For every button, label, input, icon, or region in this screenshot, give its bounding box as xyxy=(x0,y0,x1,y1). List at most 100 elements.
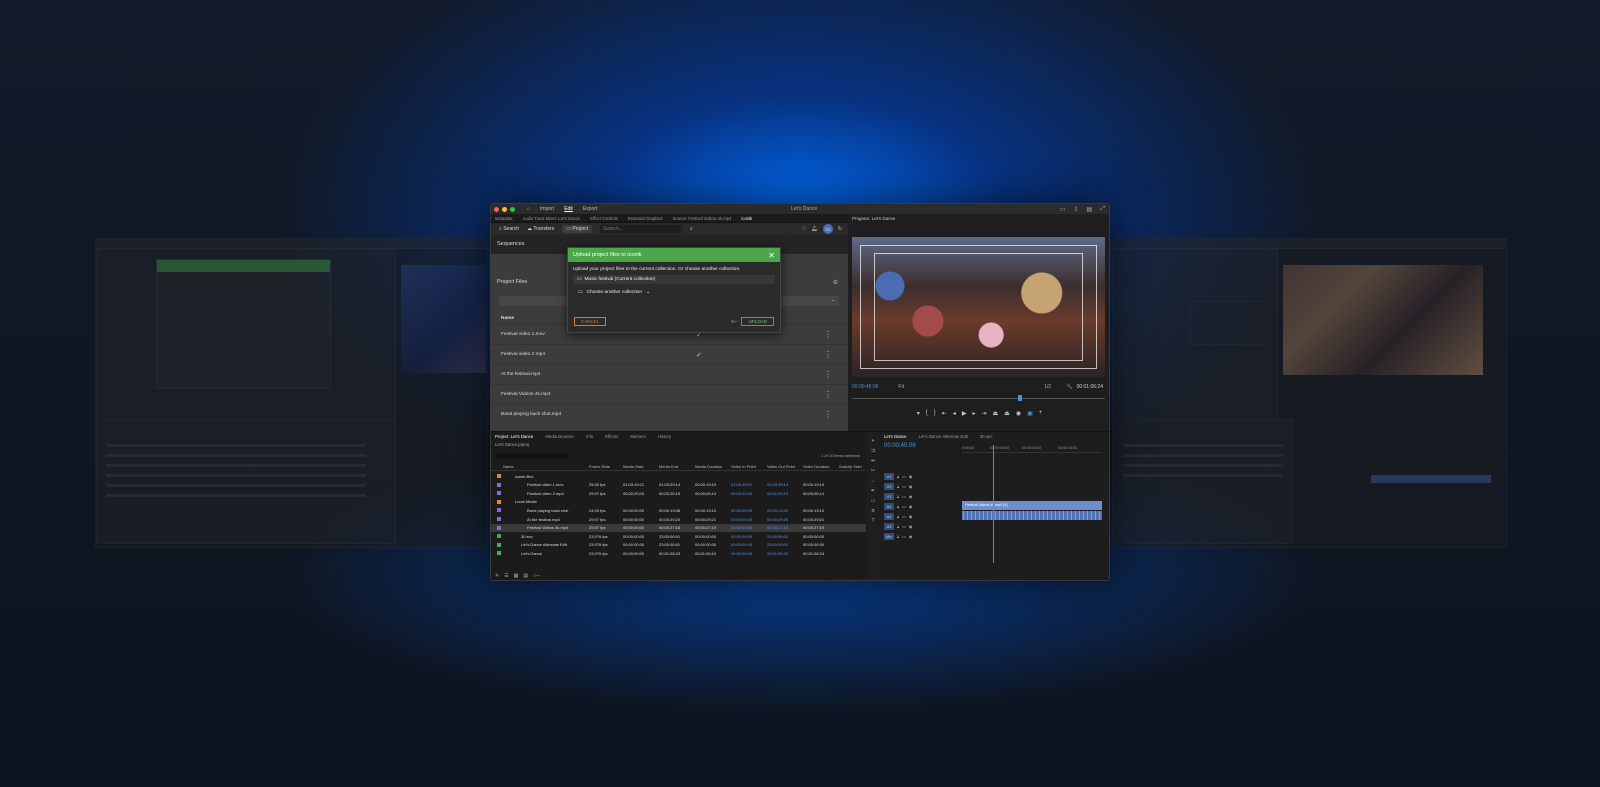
sync-icon[interactable]: ▭ xyxy=(902,524,906,529)
current-collection[interactable]: ▭ Music festival (Current collection) xyxy=(573,275,775,284)
tab-effect-controls[interactable]: Effect Controls xyxy=(590,216,617,221)
track-header[interactable]: V1 🔒︎ ▭ ◉ xyxy=(884,492,960,501)
more-options-icon[interactable]: ⋮ xyxy=(824,370,832,379)
list-view-icon[interactable]: ☰ xyxy=(504,573,508,579)
eye-icon[interactable]: ◉ xyxy=(909,474,913,479)
label-color-swatch[interactable] xyxy=(497,499,501,504)
label-color-swatch[interactable] xyxy=(497,534,501,539)
timeline-timecode[interactable]: 00:00:45:06 xyxy=(884,443,916,449)
more-options-icon[interactable]: ⋮ xyxy=(824,350,832,359)
marker-icon[interactable]: ▾ xyxy=(917,410,920,417)
go-to-out-icon[interactable]: ⇥ xyxy=(981,410,986,417)
tab-source[interactable]: Source: Festival Videos 4k.mp4 xyxy=(673,216,732,221)
go-to-in-icon[interactable]: ⇤ xyxy=(942,410,947,417)
sync-icon[interactable]: ▭ xyxy=(902,504,906,509)
menu-export[interactable]: Export xyxy=(583,206,597,212)
table-row[interactable]: Festival video 1.mov 25,00 fps 01:03:19:21… xyxy=(491,481,866,490)
column-header[interactable]: Media End xyxy=(659,464,678,469)
razor-icon[interactable]: ✂ xyxy=(871,468,875,474)
track-label[interactable]: A1 xyxy=(884,503,894,510)
out-point-icon[interactable]: } xyxy=(934,410,936,417)
lock-icon[interactable]: 🔒︎ xyxy=(897,494,899,499)
rectangle-icon[interactable]: ▭ xyxy=(871,498,876,504)
menu-import[interactable]: Import xyxy=(540,206,554,212)
close-icon[interactable]: ✕ xyxy=(768,251,775,260)
pencil-icon[interactable]: ✎ xyxy=(495,573,499,579)
track-label[interactable]: A3 xyxy=(884,523,894,530)
minimize-window-button[interactable] xyxy=(502,206,507,212)
tab-audio-mixer[interactable]: Audio Track Mixer: Let's Dance xyxy=(522,216,580,221)
eye-icon[interactable]: ◉ xyxy=(909,534,913,539)
panels-icon[interactable]: ▤ xyxy=(1087,206,1093,213)
type-icon[interactable]: T xyxy=(871,518,874,524)
track-header[interactable]: A1 🔒︎ ▭ ◉ xyxy=(884,502,960,511)
choose-collection-button[interactable]: ▭ Choose another collection ⌄ xyxy=(578,290,770,295)
eye-icon[interactable]: ◉ xyxy=(909,524,913,529)
tab-history[interactable]: History xyxy=(658,434,671,439)
tab-project[interactable]: Project: Let's Dance xyxy=(495,434,533,439)
column-header[interactable]: Video Out Point xyxy=(767,464,795,469)
cancel-button[interactable]: CANCEL xyxy=(574,317,607,326)
label-color-swatch[interactable] xyxy=(497,517,501,521)
video-clip[interactable]: Festival Videos 4k.mp4 [V] xyxy=(962,501,1102,510)
track-label[interactable]: V1 xyxy=(884,493,894,500)
column-header[interactable]: Subclip Start xyxy=(839,464,862,469)
table-row[interactable]: Band playing back shot 24,00 fps 00:00:00:… xyxy=(491,506,866,515)
sync-icon[interactable]: ▭ xyxy=(902,514,906,519)
more-options-icon[interactable]: ⋮ xyxy=(824,390,832,399)
home-icon[interactable]: ⌂ xyxy=(527,206,530,212)
label-color-swatch[interactable] xyxy=(497,508,501,513)
more-options-icon[interactable]: ⋮ xyxy=(824,410,832,419)
label-color-swatch[interactable] xyxy=(497,474,501,478)
table-row[interactable]: Festival Videos 4k.mp4 29,97 fps 00;00;00;… xyxy=(491,523,866,533)
compare-icon[interactable]: ▣ xyxy=(1027,410,1033,417)
close-window-button[interactable] xyxy=(494,206,499,212)
table-row[interactable]: Local Media xyxy=(491,498,866,507)
bell-icon[interactable]: 🔔︎ xyxy=(811,226,817,232)
tab-essential-graphics[interactable]: Essential Graphics xyxy=(628,216,663,221)
icon-view-icon[interactable]: ▦ xyxy=(514,573,519,579)
label-color-swatch[interactable] xyxy=(497,491,501,496)
file-row[interactable]: Band playing back shot.mp4 ⋮ xyxy=(491,404,848,424)
share-icon[interactable]: ⇪ xyxy=(1073,206,1078,213)
label-color-swatch[interactable] xyxy=(497,551,501,556)
column-header[interactable]: Video In Point xyxy=(731,464,756,469)
track-label[interactable]: V3 xyxy=(884,473,894,480)
playhead-marker[interactable] xyxy=(1018,395,1022,401)
lift-icon[interactable]: ⏏ xyxy=(992,410,998,417)
workspace-icon[interactable]: ▭ xyxy=(1060,206,1066,213)
zoom-slider-icon[interactable]: ○─ xyxy=(533,573,540,579)
tab-markers[interactable]: Markers xyxy=(630,434,646,439)
step-back-icon[interactable]: ◂ xyxy=(953,410,956,417)
program-timecode[interactable]: 00:00:45:06 xyxy=(852,384,878,390)
track-header[interactable]: Mix 🔒︎ ▭ ◉ xyxy=(884,532,960,541)
search-tab[interactable]: ⌕ Search xyxy=(499,226,519,232)
tab-info[interactable]: Info xyxy=(586,434,593,439)
avatar[interactable]: TC xyxy=(822,224,833,234)
lock-icon[interactable]: 🔒︎ xyxy=(897,504,899,509)
more-options-icon[interactable]: ⋮ xyxy=(824,330,832,339)
add-icon[interactable]: + xyxy=(1039,410,1043,417)
favorite-icon[interactable]: ♡ xyxy=(802,226,806,232)
lock-icon[interactable]: 🔒︎ xyxy=(897,514,899,519)
column-header[interactable]: Video Duration xyxy=(803,464,829,469)
table-row[interactable]: Let's Dance Alternate Edit 23,976 fps 00:0… xyxy=(491,541,866,550)
transfers-tab[interactable]: ☁ Transfers xyxy=(527,226,554,232)
maximize-window-button[interactable] xyxy=(510,206,515,212)
settings-icon[interactable]: ⚙ xyxy=(833,279,838,286)
file-row[interactable]: At the festival.mp4 ⋮ xyxy=(491,364,848,384)
column-header[interactable]: Name xyxy=(503,464,514,469)
table-row[interactable]: Festival video 2.mp4 29,97 fps 00;02;20;03… xyxy=(491,489,866,498)
track-label[interactable]: V2 xyxy=(884,483,894,490)
play-icon[interactable]: ▶ xyxy=(962,410,967,417)
tab-iconik[interactable]: iconik xyxy=(741,216,752,221)
lock-icon[interactable]: 🔒︎ xyxy=(897,534,899,539)
eye-icon[interactable]: ◉ xyxy=(909,494,913,499)
table-row[interactable]: iconik files xyxy=(491,472,866,481)
search-go-icon[interactable]: ⌕ xyxy=(690,226,693,232)
table-row[interactable]: Let's Dance 23,976 fps 00:00:00:00 00:01:06… xyxy=(491,549,866,558)
track-header[interactable]: V2 🔒︎ ▭ ◉ xyxy=(884,482,960,491)
ripple-edit-icon[interactable]: ⇹ xyxy=(871,458,875,464)
menu-edit[interactable]: Edit xyxy=(564,206,573,212)
track-label[interactable]: Mix xyxy=(884,533,894,540)
